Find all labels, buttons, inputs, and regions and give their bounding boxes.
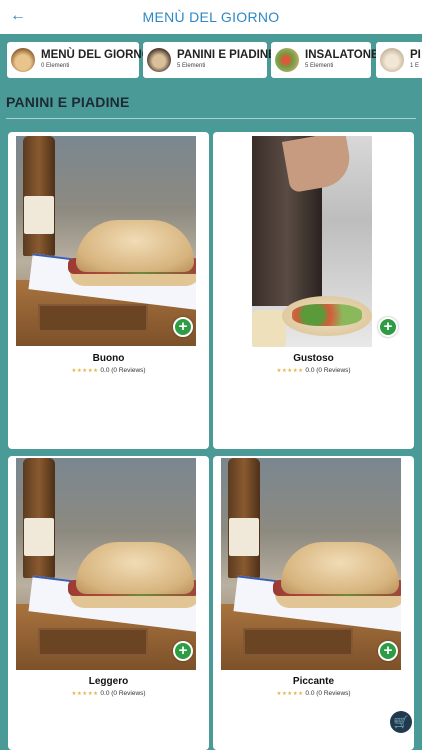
product-rating: ★★★★★ 0.0 (0 Reviews) (213, 690, 414, 697)
product-rating: ★★★★★ 0.0 (0 Reviews) (213, 367, 414, 374)
add-to-cart-plus-icon[interactable]: + (378, 317, 398, 337)
product-image (221, 458, 401, 670)
category-name: INSALATONE (305, 49, 379, 61)
product-card[interactable]: + Buono ★★★★★ 0.0 (0 Reviews) (8, 132, 209, 449)
category-thumbnail (275, 48, 299, 72)
category-name: PI (410, 49, 421, 61)
product-name: Leggero (88, 676, 129, 687)
product-card[interactable]: + Piccante ★★★★★ 0.0 (0 Reviews) (213, 456, 414, 750)
category-name: MENÙ DEL GIORNO (41, 49, 151, 61)
category-count: 0 Elementi (41, 63, 70, 69)
rating-text: 0.0 (0 Reviews) (305, 367, 351, 374)
category-thumbnail (11, 48, 35, 72)
category-strip[interactable]: MENÙ DEL GIORNO 0 Elementi PANINI E PIAD… (0, 36, 422, 82)
category-chip-partial[interactable]: PI 1 E (376, 42, 422, 78)
category-name: PANINI E PIADINE (177, 49, 276, 61)
star-rating-icon: ★★★★★ (71, 368, 99, 374)
back-arrow-icon[interactable]: ← (8, 6, 28, 26)
product-name: Buono (92, 353, 125, 364)
category-count: 5 Elementi (177, 63, 206, 69)
star-rating-icon: ★★★★★ (276, 691, 304, 697)
top-bar: ← MENÙ DEL GIORNO (0, 0, 422, 34)
category-count: 5 Elementi (305, 63, 334, 69)
rating-text: 0.0 (0 Reviews) (100, 367, 146, 374)
category-count: 1 E (410, 63, 420, 69)
product-name: Gustoso (293, 353, 334, 364)
product-card[interactable]: + Leggero ★★★★★ 0.0 (0 Reviews) (8, 456, 209, 750)
cart-icon[interactable]: 🛒 (390, 711, 412, 733)
star-rating-icon: ★★★★★ (276, 368, 304, 374)
category-chip-menu-del-giorno[interactable]: MENÙ DEL GIORNO 0 Elementi (7, 42, 151, 78)
product-image (16, 458, 196, 670)
product-rating: ★★★★★ 0.0 (0 Reviews) (8, 690, 209, 697)
category-chip-panini-e-piadine[interactable]: PANINI E PIADINE 5 Elementi (143, 42, 276, 78)
rating-text: 0.0 (0 Reviews) (305, 690, 351, 697)
product-rating: ★★★★★ 0.0 (0 Reviews) (8, 367, 209, 374)
category-thumbnail (380, 48, 404, 72)
add-to-cart-plus-icon[interactable]: + (378, 641, 398, 661)
product-image (16, 136, 196, 346)
category-chip-insalatone[interactable]: INSALATONE 5 Elementi (271, 42, 379, 78)
add-to-cart-plus-icon[interactable]: + (173, 641, 193, 661)
product-card[interactable]: + Gustoso ★★★★★ 0.0 (0 Reviews) (213, 132, 414, 449)
add-to-cart-plus-icon[interactable]: + (173, 317, 193, 337)
product-image (252, 136, 372, 347)
category-thumbnail (147, 48, 171, 72)
product-name: Piccante (292, 676, 335, 687)
rating-text: 0.0 (0 Reviews) (100, 690, 146, 697)
section-divider (6, 118, 416, 119)
section-title: PANINI E PIADINE (6, 94, 130, 110)
star-rating-icon: ★★★★★ (71, 691, 99, 697)
page-title: MENÙ DEL GIORNO (142, 9, 280, 25)
